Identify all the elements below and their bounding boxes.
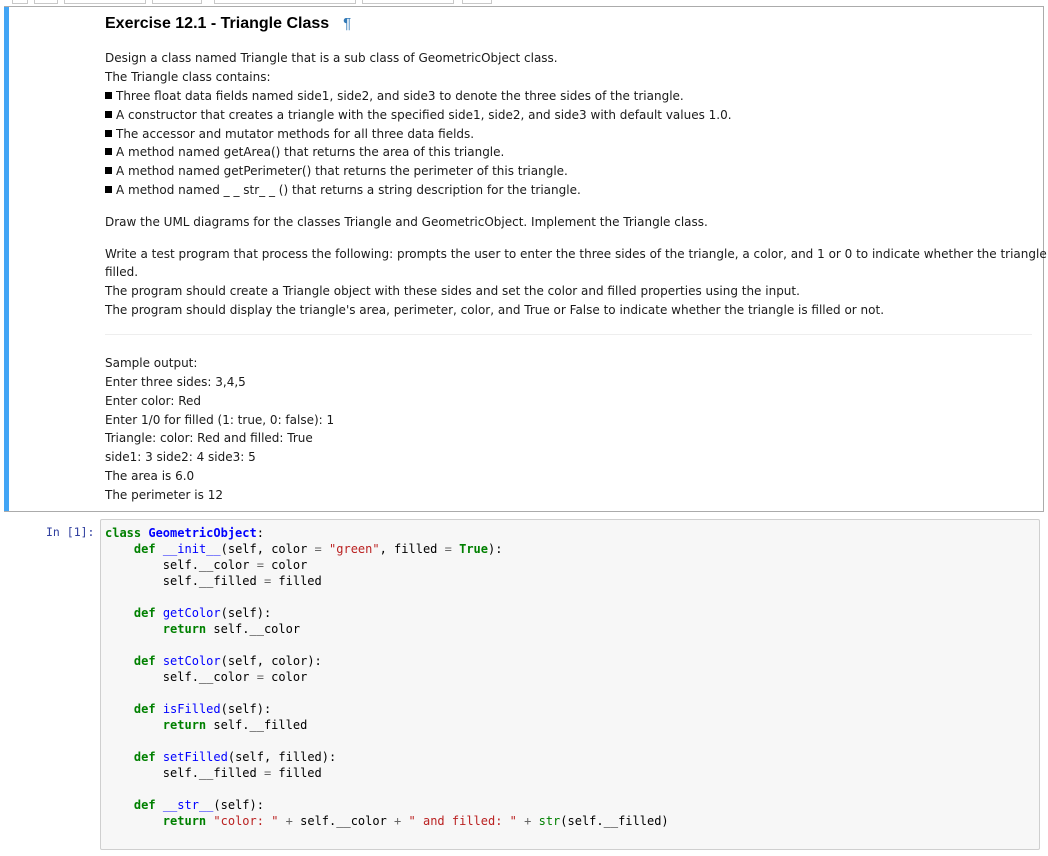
uml-instruction: Draw the UML diagrams for the classes Tr… [105, 215, 708, 229]
toolbar-button[interactable] [64, 0, 146, 4]
sample-output-line: Enter three sides: 3,4,5 [105, 375, 246, 389]
toolbar-button[interactable] [214, 0, 356, 4]
code-line: class GeometricObject: [105, 526, 264, 540]
bullet-icon [105, 167, 112, 174]
code-line: self.__filled = filled [105, 574, 322, 588]
toolbar-button[interactable] [362, 0, 454, 4]
exercise-heading: Exercise 12.1 - Triangle Class ¶ [105, 15, 351, 34]
bullet-icon [105, 186, 112, 193]
code-line: self.__filled = filled [105, 766, 322, 780]
test-instruction: filled. [105, 265, 139, 279]
code-line: def setFilled(self, filled): [133, 750, 337, 764]
code-lines[interactable]: class GeometricObject: def __init__(self… [105, 525, 669, 829]
test-instruction: The program should create a Triangle obj… [105, 284, 800, 298]
code-line: return self.__filled [162, 718, 308, 732]
list-item: A constructor that creates a triangle wi… [105, 106, 732, 125]
bullet-icon [105, 111, 112, 118]
selected-cell-indicator [4, 7, 9, 511]
markdown-cell[interactable]: Exercise 12.1 - Triangle Class ¶ Design a… [4, 6, 1048, 512]
list-item: Three float data fields named side1, sid… [105, 87, 684, 106]
code-line: def isFilled(self): [133, 702, 272, 716]
anchor-link-icon[interactable]: ¶ [343, 15, 351, 32]
bullet-icon [105, 148, 112, 155]
intro-text: Design a class named Triangle that is a … [105, 51, 558, 65]
heading-text: Exercise 12.1 - Triangle Class [105, 15, 330, 32]
sample-output-line: Sample output: [105, 356, 198, 370]
code-line: self.__color = color [105, 558, 308, 572]
bullet-icon [105, 130, 112, 137]
sample-output-line: side1: 3 side2: 4 side3: 5 [105, 450, 256, 464]
toolbar-button[interactable] [12, 0, 28, 4]
test-instruction: The program should display the triangle'… [105, 303, 885, 317]
list-item: The accessor and mutator methods for all… [105, 125, 474, 144]
toolbar-button[interactable] [152, 0, 202, 4]
toolbar-button[interactable] [462, 0, 492, 4]
bullet-icon [105, 92, 112, 99]
code-line: def setColor(self, color): [133, 654, 322, 668]
code-line: return self.__color [162, 622, 301, 636]
list-item: A method named getPerimeter() that retur… [105, 162, 568, 181]
intro-text: The Triangle class contains: [105, 70, 271, 84]
code-line: self.__color = color [105, 670, 308, 684]
code-line: def __init__(self, color = "green", fill… [133, 542, 503, 556]
code-line: def __str__(self): [133, 798, 264, 812]
toolbar-button[interactable] [34, 0, 58, 4]
divider [105, 334, 1032, 335]
sample-output-line: Enter 1/0 for filled (1: true, 0: false)… [105, 413, 335, 427]
sample-output-line: The area is 6.0 [105, 469, 195, 483]
list-item: A method named _ _ str_ _ () that return… [105, 181, 581, 200]
sample-output-line: Triangle: color: Red and filled: True [105, 431, 313, 445]
code-cell-editor[interactable]: class GeometricObject: def __init__(self… [100, 519, 1040, 850]
code-line: def getColor(self): [133, 606, 272, 620]
code-line: return "color: " + self.__color + " and … [162, 814, 669, 828]
list-item: A method named getArea() that returns th… [105, 143, 504, 162]
sample-output-line: The perimeter is 12 [105, 488, 223, 502]
input-prompt: In [1]: [46, 525, 95, 539]
sample-output-line: Enter color: Red [105, 394, 202, 408]
test-instruction: Write a test program that process the fo… [105, 247, 1048, 261]
